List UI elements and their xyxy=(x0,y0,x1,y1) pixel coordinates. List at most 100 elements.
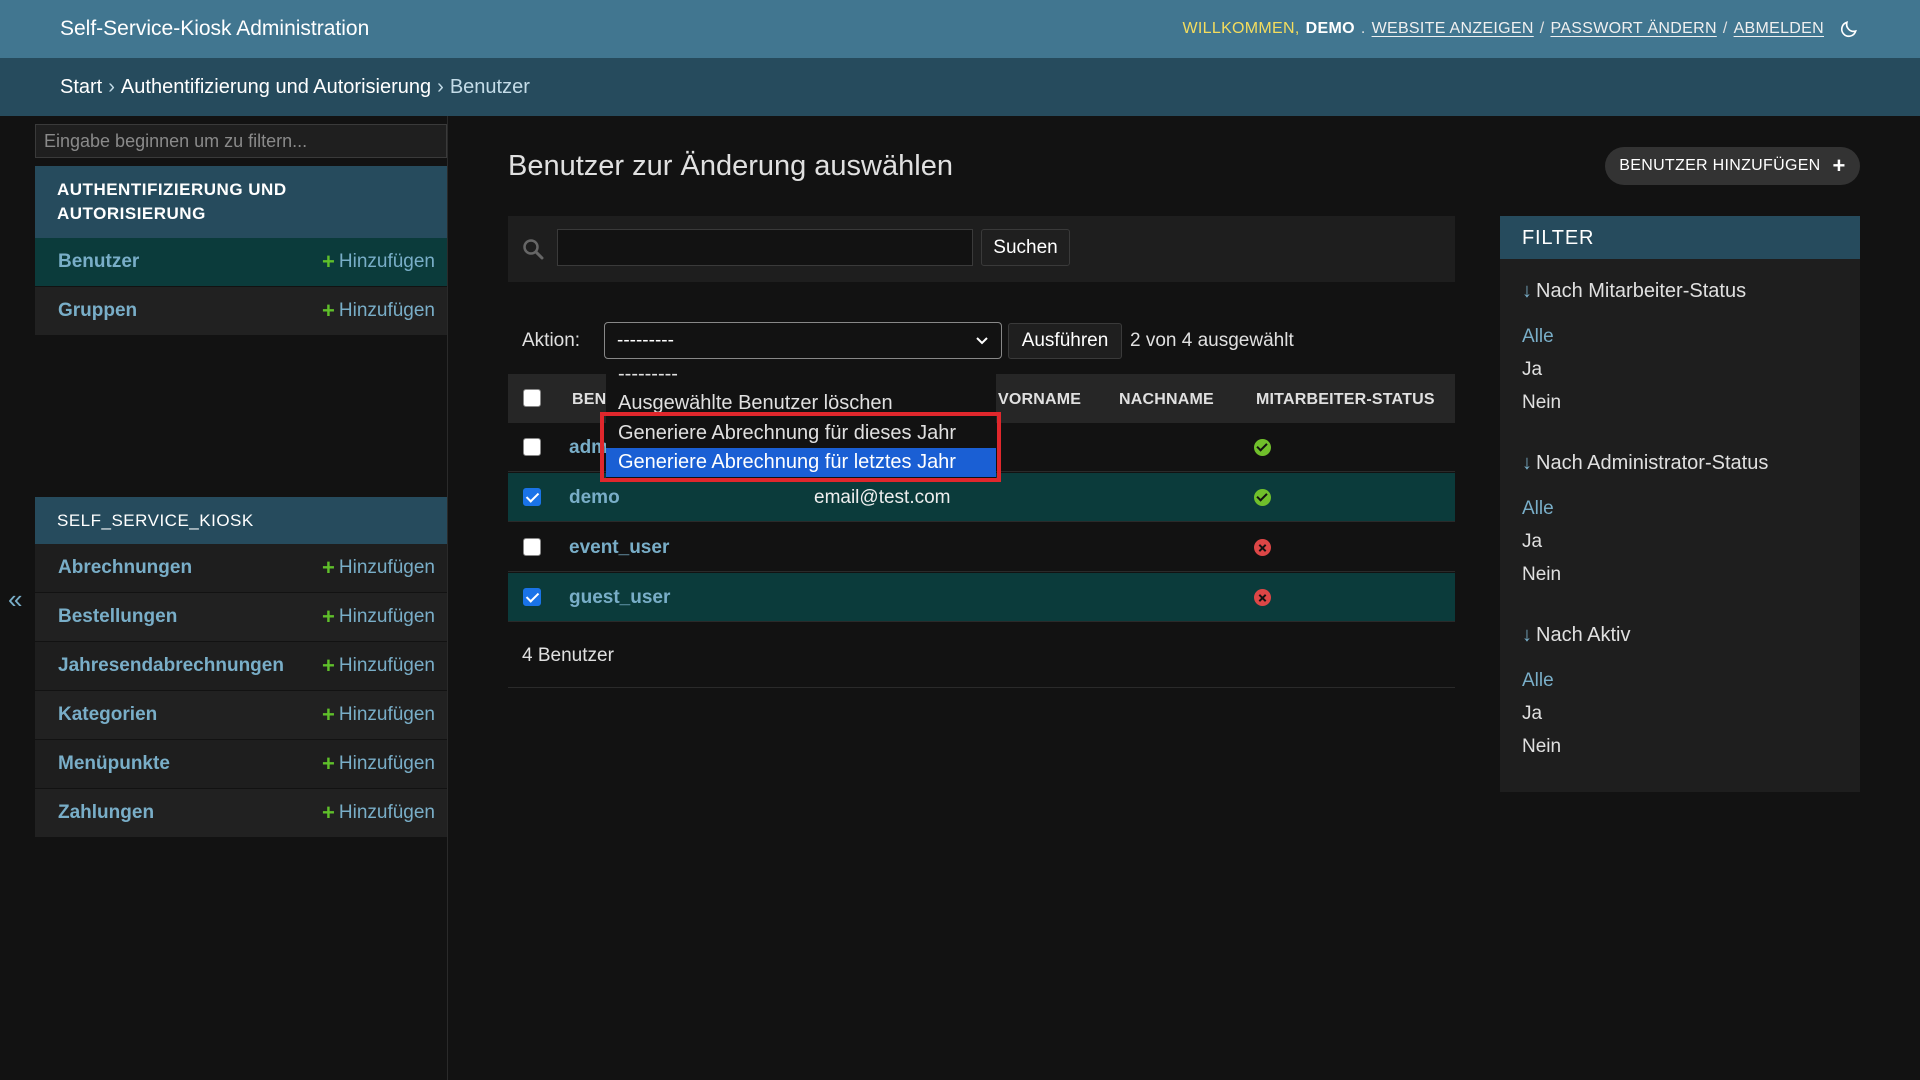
sidebar-item-label[interactable]: Menüpunkte xyxy=(58,753,170,775)
sidebar-item-bestellungen[interactable]: Bestellungen + Hinzufügen xyxy=(35,593,447,642)
add-link[interactable]: + Hinzufügen xyxy=(322,704,435,726)
view-site-link[interactable]: WEBSITE ANZEIGEN xyxy=(1372,20,1534,38)
row-checkbox[interactable] xyxy=(523,438,541,456)
filter-group-title[interactable]: ↓ Nach Aktiv xyxy=(1522,624,1630,647)
add-link[interactable]: + Hinzufügen xyxy=(322,606,435,628)
chevron-down-icon xyxy=(975,330,989,352)
plus-icon: + xyxy=(322,249,335,274)
sidebar-item-label[interactable]: Benutzer xyxy=(58,251,139,273)
plus-icon: + xyxy=(322,702,335,727)
sidebar-toggle-icon[interactable]: « xyxy=(8,584,22,615)
action-option-highlighted[interactable]: Generiere Abrechnung für letztes Jahr xyxy=(606,448,996,477)
sidebar-item-label[interactable]: Abrechnungen xyxy=(58,557,192,579)
run-action-button[interactable]: Ausführen xyxy=(1008,323,1122,359)
action-option[interactable]: Generiere Abrechnung für dieses Jahr xyxy=(606,419,996,448)
separator: / xyxy=(1539,20,1545,37)
row-checkbox[interactable] xyxy=(523,488,541,506)
username-link[interactable]: guest_user xyxy=(569,587,670,609)
sidebar-filter-input[interactable] xyxy=(35,124,447,158)
row-checkbox[interactable] xyxy=(523,538,541,556)
row-checkbox[interactable] xyxy=(523,588,541,606)
logout-link[interactable]: ABMELDEN xyxy=(1734,20,1824,38)
table-row: event_user xyxy=(508,523,1455,572)
plus-icon: + xyxy=(322,298,335,323)
plus-icon: + xyxy=(1832,153,1846,178)
sidebar-item-zahlungen[interactable]: Zahlungen + Hinzufügen xyxy=(35,789,447,838)
filter-group-label: Nach Aktiv xyxy=(1536,624,1631,646)
module-caption-auth[interactable]: AUTHENTIFIZIERUNG UND AUTORISIERUNG xyxy=(35,166,447,238)
plus-icon: + xyxy=(322,751,335,776)
cross-icon xyxy=(1254,539,1271,556)
add-link[interactable]: + Hinzufügen xyxy=(322,802,435,824)
filter-group-title[interactable]: ↓ Nach Mitarbeiter-Status xyxy=(1522,280,1746,303)
arrow-down-icon: ↓ xyxy=(1522,280,1532,302)
sidebar-item-label[interactable]: Bestellungen xyxy=(58,606,177,628)
column-header-staff-status[interactable]: MITARBEITER-STATUS xyxy=(1256,391,1435,409)
action-option[interactable]: --------- xyxy=(606,360,996,389)
search-input[interactable] xyxy=(557,229,973,266)
change-password-link[interactable]: PASSWORT ÄNDERN xyxy=(1551,20,1717,38)
moon-icon[interactable] xyxy=(1838,18,1860,40)
arrow-down-icon: ↓ xyxy=(1522,452,1532,474)
add-user-button[interactable]: BENUTZER HINZUFÜGEN + xyxy=(1605,147,1860,185)
site-title[interactable]: Self-Service-Kiosk Administration xyxy=(60,17,369,41)
add-link[interactable]: + Hinzufügen xyxy=(322,300,435,322)
sidebar-item-kategorien[interactable]: Kategorien + Hinzufügen xyxy=(35,691,447,740)
plus-icon: + xyxy=(322,604,335,629)
module-caption-kiosk[interactable]: SELF_SERVICE_KIOSK xyxy=(35,497,447,544)
action-select[interactable]: --------- xyxy=(604,322,1002,359)
sidebar-item-gruppen[interactable]: Gruppen + Hinzufügen xyxy=(35,287,447,336)
breadcrumb-home[interactable]: Start xyxy=(60,76,102,99)
filter-option[interactable]: Alle xyxy=(1522,498,1554,520)
filter-option[interactable]: Ja xyxy=(1522,703,1542,725)
sidebar-item-label[interactable]: Kategorien xyxy=(58,704,157,726)
filter-option[interactable]: Alle xyxy=(1522,326,1554,348)
plus-icon: + xyxy=(322,555,335,580)
filter-option[interactable]: Ja xyxy=(1522,359,1542,381)
sidebar-item-label[interactable]: Gruppen xyxy=(58,300,137,322)
action-label: Aktion: xyxy=(522,330,581,351)
sidebar-item-jahresendabrechnungen[interactable]: Jahresendabrechnungen + Hinzufügen xyxy=(35,642,447,691)
sidebar-item-label[interactable]: Jahresendabrechnungen xyxy=(58,655,284,677)
email-cell: email@test.com xyxy=(814,487,951,508)
breadcrumb-app[interactable]: Authentifizierung und Autorisierung xyxy=(121,76,431,99)
add-link[interactable]: + Hinzufügen xyxy=(322,251,435,273)
filter-option[interactable]: Nein xyxy=(1522,392,1561,414)
paginator: 4 Benutzer xyxy=(522,645,614,666)
add-label: Hinzufügen xyxy=(338,704,435,725)
sidebar-item-abrechnungen[interactable]: Abrechnungen + Hinzufügen xyxy=(35,544,447,593)
add-label: Hinzufügen xyxy=(338,251,435,272)
username-label: DEMO xyxy=(1305,20,1355,37)
add-label: Hinzufügen xyxy=(338,655,435,676)
separator: / xyxy=(1722,20,1728,37)
action-option[interactable]: Ausgewählte Benutzer löschen xyxy=(606,389,996,418)
filter-group-title[interactable]: ↓ Nach Administrator-Status xyxy=(1522,452,1768,475)
actions-bar: Aktion: --------- Ausführen 2 von 4 ausg… xyxy=(508,318,1455,364)
add-link[interactable]: + Hinzufügen xyxy=(322,655,435,677)
column-header-lastname[interactable]: NACHNAME xyxy=(1119,391,1214,409)
filter-option[interactable]: Alle xyxy=(1522,670,1554,692)
select-all-checkbox[interactable] xyxy=(523,389,541,407)
sidebar-item-label[interactable]: Zahlungen xyxy=(58,802,154,824)
add-link[interactable]: + Hinzufügen xyxy=(322,753,435,775)
username-link[interactable]: demo xyxy=(569,487,620,509)
sidebar-item-benutzer[interactable]: Benutzer + Hinzufügen xyxy=(35,238,447,287)
search-button[interactable]: Suchen xyxy=(981,229,1070,266)
plus-icon: + xyxy=(322,653,335,678)
add-label: Hinzufügen xyxy=(338,557,435,578)
column-header-firstname[interactable]: VORNAME xyxy=(998,391,1081,409)
breadcrumb-arrow: › xyxy=(437,75,444,98)
filter-option[interactable]: Ja xyxy=(1522,531,1542,553)
column-header-username[interactable]: BEN xyxy=(572,391,606,409)
divider xyxy=(508,687,1455,688)
sidebar-item-menuepunkte[interactable]: Menüpunkte + Hinzufügen xyxy=(35,740,447,789)
sidebar: AUTHENTIFIZIERUNG UND AUTORISIERUNG Benu… xyxy=(34,116,448,1080)
filter-option[interactable]: Nein xyxy=(1522,736,1561,758)
breadcrumb-current: Benutzer xyxy=(449,75,530,98)
search-toolbar: Suchen xyxy=(508,216,1455,282)
add-label: Hinzufügen xyxy=(338,300,435,321)
username-link[interactable]: adm xyxy=(569,437,608,459)
add-link[interactable]: + Hinzufügen xyxy=(322,557,435,579)
username-link[interactable]: event_user xyxy=(569,537,669,559)
filter-option[interactable]: Nein xyxy=(1522,564,1561,586)
